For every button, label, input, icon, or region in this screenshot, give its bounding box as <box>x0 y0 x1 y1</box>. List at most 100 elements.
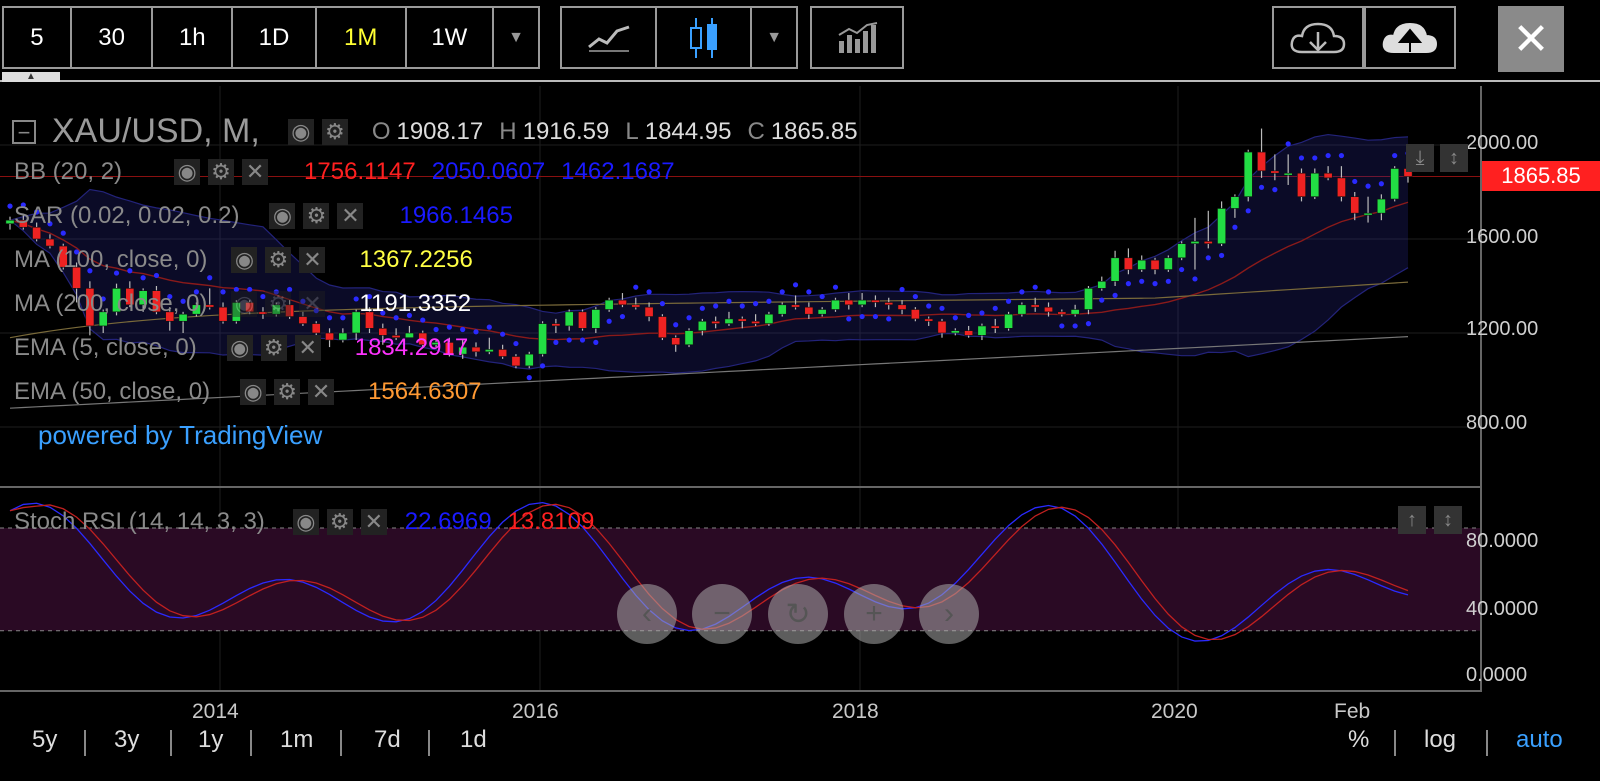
sar-dot <box>1285 141 1291 147</box>
legend-stoch: Stoch RSI (14, 14, 3, 3) ◉ ⚙ ✕ 22.6969 13.… <box>14 508 594 536</box>
sar-dot <box>1059 323 1065 329</box>
candle-body <box>977 325 987 336</box>
candle-body <box>764 313 774 324</box>
eye-icon[interactable]: ◉ <box>231 247 258 273</box>
sar-dot <box>979 310 985 316</box>
sar-dot <box>872 313 879 320</box>
candle-body <box>1283 172 1293 176</box>
sar-dot <box>952 315 958 321</box>
stoch-scale-up-icon[interactable]: ↑ <box>1398 506 1426 534</box>
sar-dot <box>1125 281 1131 287</box>
range-3y[interactable]: 3y <box>114 726 139 754</box>
stoch-d-value: 13.8109 <box>507 508 595 535</box>
candle-body <box>937 320 947 334</box>
remove-icon[interactable]: ✕ <box>299 247 326 273</box>
last-price-badge: 1865.85 <box>1482 161 1600 191</box>
sar-dot <box>726 298 732 304</box>
sar-dot <box>1245 208 1251 214</box>
sar-dot <box>539 363 546 369</box>
eye-icon[interactable]: ◉ <box>287 118 314 145</box>
remove-icon[interactable]: ✕ <box>308 379 335 405</box>
candle-body <box>538 323 547 355</box>
remove-icon[interactable]: ✕ <box>360 509 387 535</box>
candle-body <box>1030 304 1040 308</box>
legend-ma200-label: MA (200, close, 0) <box>14 290 208 317</box>
sar-dot <box>7 203 13 209</box>
candle-body <box>1097 280 1107 289</box>
range-separator <box>428 730 430 756</box>
gear-icon[interactable]: ⚙ <box>274 379 301 405</box>
gear-icon[interactable]: ⚙ <box>208 159 235 185</box>
candle-body <box>484 349 494 353</box>
candle-body <box>1310 172 1320 197</box>
eye-icon[interactable]: ◉ <box>269 203 296 229</box>
legend-bb-label: BB (20, 2) <box>14 158 123 185</box>
sar-dot <box>806 289 812 295</box>
candle-body <box>831 299 840 310</box>
zoom-in-button[interactable]: + <box>844 584 904 644</box>
gear-icon[interactable]: ⚙ <box>265 247 292 273</box>
range-7d[interactable]: 7d <box>374 726 401 754</box>
legend-bb-value-1: 1756.1147 <box>304 158 416 185</box>
sar-dot <box>473 329 479 335</box>
sar-dot <box>526 375 532 381</box>
remove-icon[interactable]: ✕ <box>242 159 269 185</box>
candle-body <box>631 304 641 308</box>
eye-icon[interactable]: ◉ <box>231 291 258 317</box>
eye-icon[interactable]: ◉ <box>174 159 201 185</box>
log-scale-toggle[interactable]: log <box>1424 726 1456 754</box>
percent-scale-toggle[interactable]: % <box>1348 726 1369 754</box>
x-tick: 2020 <box>1151 700 1198 723</box>
gear-icon[interactable]: ⚙ <box>321 118 348 145</box>
range-1m[interactable]: 1m <box>280 726 313 754</box>
powered-by-link[interactable]: powered by TradingView <box>38 420 322 451</box>
zoom-out-button[interactable]: − <box>692 584 752 644</box>
range-5y[interactable]: 5y <box>32 726 57 754</box>
gear-icon[interactable]: ⚙ <box>303 203 330 229</box>
sar-dot <box>1312 155 1318 161</box>
legend-ema50-value: 1564.6307 <box>368 378 482 405</box>
scale-up-icon[interactable]: ⤓ <box>1406 144 1434 172</box>
sar-dot <box>1378 181 1384 187</box>
remove-icon[interactable]: ✕ <box>294 335 321 361</box>
stoch-pane-border <box>0 690 1482 692</box>
scroll-left-button[interactable]: ‹ <box>617 584 677 644</box>
sar-dot <box>673 322 679 328</box>
x-tick: 2014 <box>192 700 239 723</box>
candle-body <box>1230 196 1240 209</box>
gear-icon[interactable]: ⚙ <box>265 291 292 317</box>
range-1d[interactable]: 1d <box>460 726 487 754</box>
auto-scale-toggle[interactable]: auto <box>1516 726 1563 754</box>
candle-body <box>737 318 747 322</box>
legend-bb-value-3: 1462.1687 <box>561 158 675 185</box>
gear-icon[interactable]: ⚙ <box>260 335 287 361</box>
candle-body <box>591 309 601 329</box>
stoch-tick: 80.0000 <box>1466 530 1539 552</box>
sar-dot <box>1298 155 1305 161</box>
remove-icon[interactable]: ✕ <box>337 203 364 229</box>
eye-icon[interactable]: ◉ <box>226 335 253 361</box>
candle-body <box>671 337 681 346</box>
stoch-scale-expand-icon[interactable]: ↕ <box>1434 506 1462 534</box>
sar-dot <box>699 305 705 311</box>
candle-body <box>5 219 15 225</box>
high-label: H <box>499 117 517 145</box>
candle-body <box>1044 306 1053 313</box>
remove-icon[interactable]: ✕ <box>299 291 326 317</box>
candle-body <box>644 306 654 317</box>
sar-dot <box>1352 178 1358 185</box>
sar-dot <box>1325 152 1331 159</box>
candle-body <box>1150 259 1160 270</box>
gear-icon[interactable]: ⚙ <box>326 509 353 535</box>
scale-expand-icon[interactable]: ↕ <box>1440 144 1468 172</box>
sar-dot <box>886 316 892 322</box>
collapse-legend-icon[interactable]: − <box>12 119 36 144</box>
reset-button[interactable]: ↻ <box>768 584 828 644</box>
sar-dot <box>912 293 918 300</box>
range-1y[interactable]: 1y <box>198 726 223 754</box>
scroll-right-button[interactable]: › <box>919 584 979 644</box>
eye-icon[interactable]: ◉ <box>292 509 319 535</box>
sar-dot <box>659 301 666 307</box>
eye-icon[interactable]: ◉ <box>240 379 267 405</box>
candle-body <box>1017 304 1027 315</box>
